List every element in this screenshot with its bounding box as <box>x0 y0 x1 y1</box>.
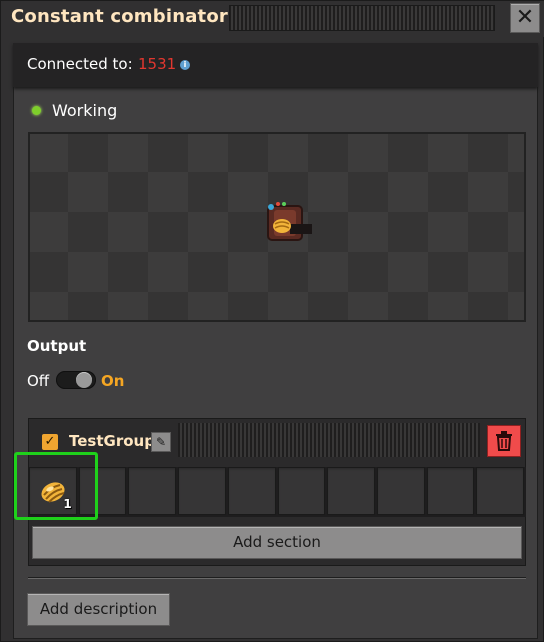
section-group-name: TestGroup <box>69 432 155 450</box>
delete-section-button[interactable] <box>487 425 521 457</box>
close-button[interactable]: ✕ <box>510 3 540 33</box>
connected-network-id[interactable]: 1531 <box>138 55 176 73</box>
info-icon[interactable]: i <box>180 60 190 70</box>
connected-label: Connected to: <box>27 55 133 73</box>
constant-combinator-icon <box>267 202 312 241</box>
signal-slots: 1 <box>29 467 526 517</box>
close-icon: ✕ <box>515 5 535 30</box>
constant-combinator-window: Constant combinator ✕ Connected to: 1531… <box>0 0 544 642</box>
signal-slot[interactable]: 1 <box>29 467 77 515</box>
signal-slot[interactable] <box>376 467 425 515</box>
trash-icon <box>496 431 512 451</box>
status-text: Working <box>52 101 118 120</box>
signal-slot[interactable] <box>128 467 177 515</box>
output-toggle-switch[interactable] <box>56 371 96 389</box>
signal-slot[interactable] <box>327 467 375 515</box>
signal-slot[interactable] <box>178 467 226 515</box>
switch-knob[interactable] <box>76 372 92 388</box>
window-title: Constant combinator <box>11 6 228 27</box>
drag-handle[interactable] <box>229 5 495 31</box>
pencil-icon: ✎ <box>155 435 167 449</box>
connection-bar: Connected to: 1531 i <box>13 43 538 87</box>
divider <box>28 578 526 579</box>
section-enabled-checkbox[interactable]: ✓ <box>42 434 58 450</box>
slot-count: 1 <box>63 497 72 511</box>
title-bar[interactable]: Constant combinator ✕ <box>1 1 544 37</box>
output-label: Output <box>27 337 87 355</box>
signal-slot[interactable] <box>476 467 525 515</box>
add-section-button[interactable]: Add section <box>32 526 522 559</box>
status-indicator-icon <box>32 106 41 115</box>
signal-slot[interactable] <box>277 467 326 515</box>
entity-preview[interactable] <box>28 132 526 322</box>
signal-slot[interactable] <box>426 467 475 515</box>
signal-slot[interactable] <box>78 467 127 515</box>
switch-off-label[interactable]: Off <box>27 372 49 390</box>
edit-group-name-button[interactable]: ✎ <box>151 432 171 452</box>
section-header-handle[interactable] <box>178 423 480 457</box>
switch-on-label[interactable]: On <box>101 372 124 390</box>
add-description-button[interactable]: Add description <box>27 593 170 626</box>
signal-slot[interactable] <box>227 467 276 515</box>
